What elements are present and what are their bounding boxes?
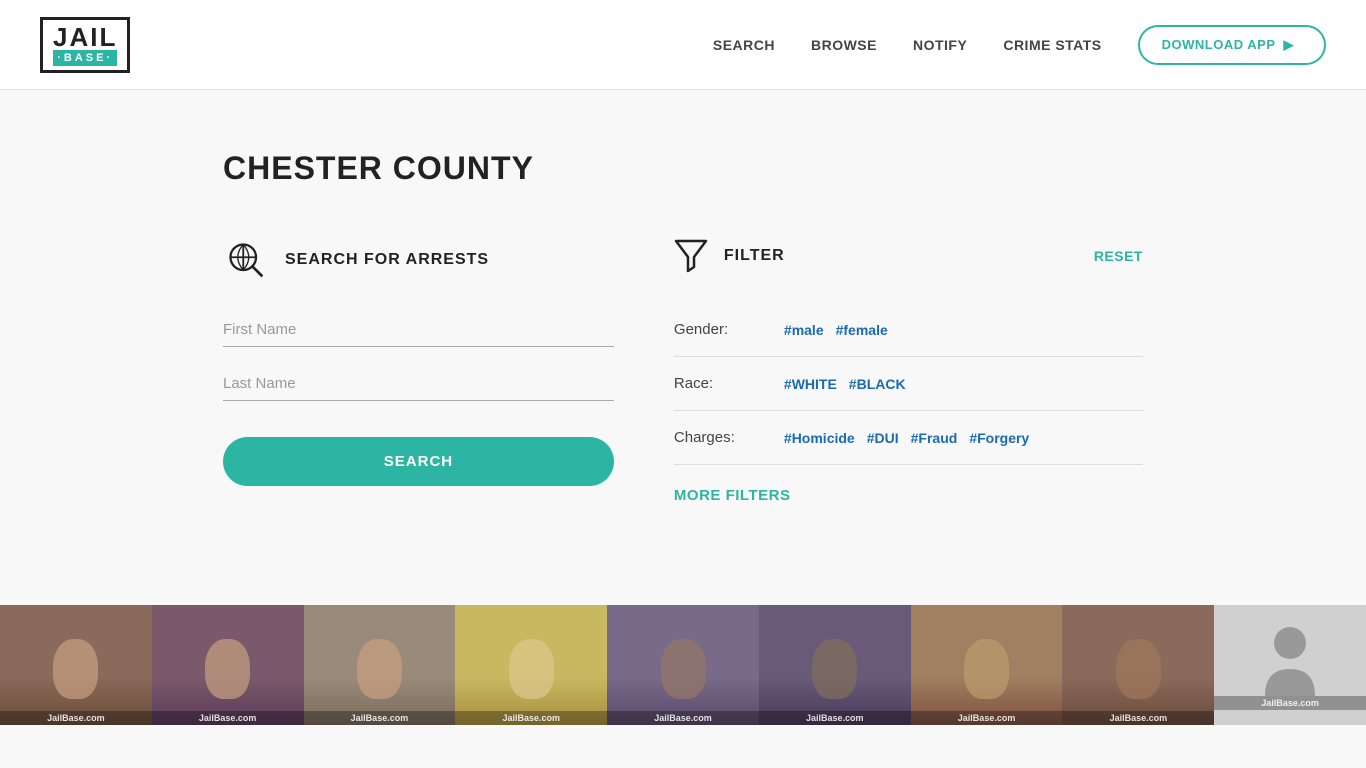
reset-button[interactable]: RESET [1094, 248, 1143, 264]
search-section-header: SEARCH FOR ARRESTS [223, 237, 614, 283]
race-filter-row: Race: #WHITE #BLACK [674, 357, 1143, 411]
tag-fraud[interactable]: #Fraud [911, 430, 958, 446]
photo-card-1[interactable]: JailBase.com [0, 605, 152, 725]
charges-filter-row: Charges: #Homicide #DUI #Fraud #Forgery [674, 411, 1143, 465]
charges-label: Charges: [674, 429, 764, 446]
search-section: SEARCH FOR ARRESTS SEARCH [223, 237, 614, 486]
search-filter-row: SEARCH FOR ARRESTS SEARCH FILTER [223, 237, 1143, 505]
photo-card-5[interactable]: JailBase.com [607, 605, 759, 725]
main-content: CHESTER COUNTY [183, 90, 1183, 545]
logo-base-text: ·BASE· [53, 50, 117, 66]
watermark-9: JailBase.com [1214, 696, 1366, 710]
photos-strip: JailBase.com JailBase.com JailBase.com J… [0, 605, 1366, 725]
filter-icon [674, 237, 708, 275]
watermark-1: JailBase.com [0, 711, 152, 725]
tag-black[interactable]: #BLACK [849, 376, 906, 392]
watermark-4: JailBase.com [455, 711, 607, 725]
download-btn-label: DOWNLOAD APP [1162, 37, 1276, 52]
tag-dui[interactable]: #DUI [867, 430, 899, 446]
tag-male[interactable]: #male [784, 322, 824, 338]
search-section-title: SEARCH FOR ARRESTS [285, 251, 489, 269]
tag-forgery[interactable]: #Forgery [969, 430, 1029, 446]
race-label: Race: [674, 375, 764, 392]
photo-card-8[interactable]: JailBase.com [1062, 605, 1214, 725]
watermark-7: JailBase.com [911, 711, 1063, 725]
main-nav: SEARCH BROWSE NOTIFY CRIME STATS DOWNLOA… [713, 25, 1326, 65]
gender-tags: #male #female [784, 322, 888, 338]
first-name-group [223, 313, 614, 347]
page-title: CHESTER COUNTY [223, 150, 1143, 187]
photo-card-9[interactable]: JailBase.com [1214, 605, 1366, 725]
photo-card-6[interactable]: JailBase.com [759, 605, 911, 725]
more-filters-button[interactable]: MORE FILTERS [674, 487, 791, 504]
search-button[interactable]: SEARCH [223, 437, 614, 486]
download-app-button[interactable]: DOWNLOAD APP ▶ [1138, 25, 1326, 65]
tag-homicide[interactable]: #Homicide [784, 430, 855, 446]
nav-browse[interactable]: BROWSE [811, 37, 877, 53]
logo[interactable]: JAIL ·BASE· [40, 17, 130, 73]
search-globe-icon [223, 237, 269, 283]
race-tags: #WHITE #BLACK [784, 376, 906, 392]
last-name-group [223, 367, 614, 401]
last-name-input[interactable] [223, 367, 614, 401]
tag-female[interactable]: #female [836, 322, 888, 338]
gender-label: Gender: [674, 321, 764, 338]
filter-title-group: FILTER [674, 237, 785, 275]
filter-section: FILTER RESET Gender: #male #female Race:… [674, 237, 1143, 505]
nav-search[interactable]: SEARCH [713, 37, 775, 53]
gender-filter-row: Gender: #male #female [674, 303, 1143, 357]
first-name-input[interactable] [223, 313, 614, 347]
charges-tags: #Homicide #DUI #Fraud #Forgery [784, 430, 1029, 446]
watermark-6: JailBase.com [759, 711, 911, 725]
photo-card-7[interactable]: JailBase.com [911, 605, 1063, 725]
logo-jail-text: JAIL [53, 24, 117, 50]
photo-card-4[interactable]: JailBase.com [455, 605, 607, 725]
nav-crime-stats[interactable]: CRIME STATS [1003, 37, 1101, 53]
site-header: JAIL ·BASE· SEARCH BROWSE NOTIFY CRIME S… [0, 0, 1366, 90]
watermark-3: JailBase.com [304, 711, 456, 725]
watermark-2: JailBase.com [152, 711, 304, 725]
filter-title: FILTER [724, 247, 785, 265]
watermark-8: JailBase.com [1062, 711, 1214, 725]
watermark-5: JailBase.com [607, 711, 759, 725]
photo-card-3[interactable]: JailBase.com [304, 605, 456, 725]
tag-white[interactable]: #WHITE [784, 376, 837, 392]
play-icon: ▶ [1284, 37, 1295, 53]
photo-card-2[interactable]: JailBase.com [152, 605, 304, 725]
nav-notify[interactable]: NOTIFY [913, 37, 967, 53]
filter-header: FILTER RESET [674, 237, 1143, 275]
silhouette-icon [1260, 621, 1320, 696]
